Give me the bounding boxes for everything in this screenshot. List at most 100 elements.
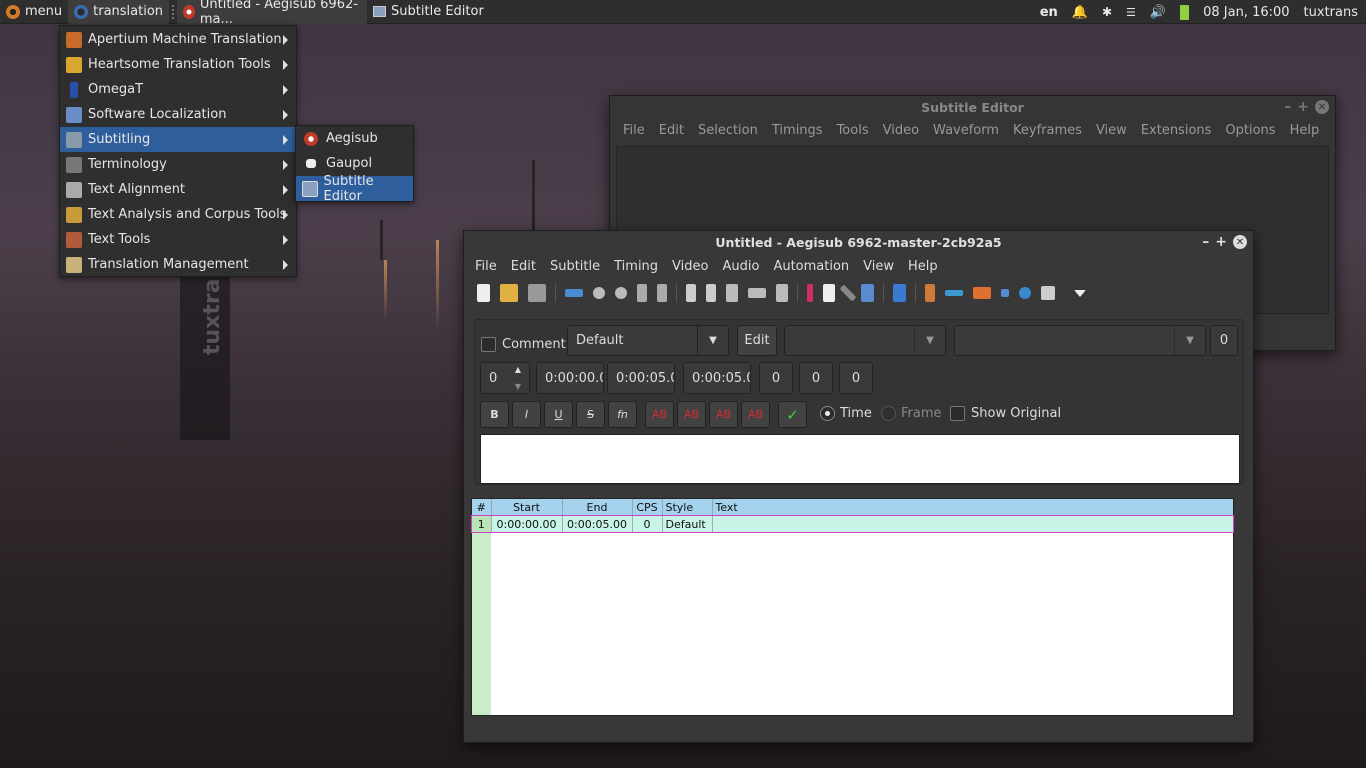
menu-item-heartsome[interactable]: Heartsome Translation Tools (60, 52, 296, 77)
styles-manager-icon[interactable] (686, 284, 696, 302)
overflow-chevron-icon[interactable] (1074, 289, 1086, 297)
resample-icon[interactable] (776, 284, 788, 302)
menu-edit[interactable]: Edit (504, 259, 543, 274)
table-row[interactable]: 1 0:00:00.00 0:00:05.00 0 Default (471, 515, 1234, 533)
subtitle-text-editor[interactable] (480, 434, 1240, 484)
menu-options[interactable]: Options (1218, 123, 1282, 138)
save-file-icon[interactable] (528, 284, 546, 302)
menu-item-software-localization[interactable]: Software Localization (60, 102, 296, 127)
menu-selection[interactable]: Selection (691, 123, 765, 138)
kanji-timer-icon[interactable] (945, 290, 963, 296)
new-file-icon[interactable] (477, 284, 490, 302)
commit-checkmark-icon[interactable]: ✓ (778, 401, 807, 428)
margin-right-field[interactable]: 0 (799, 362, 833, 394)
battery-icon[interactable] (1180, 4, 1190, 20)
menu-item-gaupol[interactable]: Gaupol (296, 151, 413, 176)
close-icon[interactable]: ✕ (1315, 100, 1329, 114)
menu-item-subtitle-editor[interactable]: Subtitle Editor (296, 174, 413, 204)
task-subtitle-editor[interactable]: Subtitle Editor (367, 0, 490, 24)
margin-vertical-field[interactable]: 0 (839, 362, 873, 394)
menu-item-text-analysis[interactable]: Text Analysis and Corpus Tools (60, 202, 296, 227)
primary-color-button[interactable]: AB (645, 401, 674, 428)
menu-item-text-alignment[interactable]: Text Alignment (60, 177, 296, 202)
menu-item-translation-management[interactable]: Translation Management (60, 252, 296, 277)
frame-radio-button[interactable] (881, 406, 896, 421)
edit-style-button[interactable]: Edit (737, 325, 777, 356)
wifi-icon[interactable]: ☰ (1126, 6, 1136, 19)
menu-extensions[interactable]: Extensions (1134, 123, 1219, 138)
properties-icon[interactable] (706, 284, 716, 302)
menu-timing[interactable]: Timing (607, 259, 665, 274)
pencil-icon[interactable] (839, 284, 857, 302)
menu-keyframes[interactable]: Keyframes (1006, 123, 1089, 138)
automation-icon[interactable] (973, 287, 991, 299)
layer-spinner[interactable]: 0 ▲ ▼ (480, 362, 530, 394)
comment-checkbox[interactable] (481, 337, 496, 352)
bold-button[interactable]: B (480, 401, 509, 428)
calendar-icon[interactable] (823, 284, 835, 302)
menu-file[interactable]: File (468, 259, 504, 274)
menu-item-apertium[interactable]: Apertium Machine Translation (60, 27, 296, 52)
translation-assistant-icon[interactable] (861, 284, 874, 302)
menu-automation[interactable]: Automation (766, 259, 856, 274)
end-time-field[interactable]: 0:00:05.00 (607, 362, 675, 394)
menu-edit[interactable]: Edit (652, 123, 691, 138)
shift-times-icon[interactable] (893, 284, 906, 302)
spin-up-icon[interactable]: ▲ (515, 365, 521, 374)
menu-timings[interactable]: Timings (765, 123, 830, 138)
zoom-out-icon[interactable] (615, 287, 627, 299)
menu-item-text-tools[interactable]: Text Tools (60, 227, 296, 252)
bluetooth-icon[interactable]: ✱ (1102, 5, 1112, 19)
subtitle-grid[interactable]: # Start End CPS Style Text 1 0:00:00.00 … (471, 498, 1234, 716)
secondary-color-button[interactable]: AB (677, 401, 706, 428)
style-dropdown[interactable]: Default ▼ (567, 325, 729, 356)
open-file-icon[interactable] (500, 284, 518, 302)
menu-waveform[interactable]: Waveform (926, 123, 1006, 138)
margin-left-field[interactable]: 0 (759, 362, 793, 394)
menu-item-subtitling[interactable]: Subtitling (60, 127, 296, 152)
minimize-icon[interactable]: – (1284, 99, 1291, 115)
underline-button[interactable]: U (544, 401, 573, 428)
actor-combobox[interactable]: ▼ (784, 325, 946, 356)
menu-view[interactable]: View (1089, 123, 1134, 138)
fonts-collector-icon[interactable] (748, 288, 766, 298)
start-time-field[interactable]: 0:00:00.00 (536, 362, 604, 394)
show-original-toggle[interactable]: Show Original (950, 406, 1061, 421)
outline-color-button[interactable]: AB (709, 401, 738, 428)
spin-down-icon[interactable]: ▼ (515, 382, 521, 391)
jump-video-icon[interactable] (565, 289, 583, 297)
font-button[interactable]: fn (608, 401, 637, 428)
shadow-color-button[interactable]: AB (741, 401, 770, 428)
time-radio[interactable]: Time (820, 406, 872, 421)
keyboard-layout[interactable]: en (1040, 5, 1058, 20)
volume-icon[interactable]: 🔊 (1150, 5, 1166, 20)
notification-bell-icon[interactable]: 🔔 (1072, 5, 1088, 20)
time-radio-button[interactable] (820, 406, 835, 421)
attachments-icon[interactable] (726, 284, 738, 302)
task-aegisub[interactable]: Untitled - Aegisub 6962-ma... (177, 0, 368, 27)
minimize-icon[interactable]: – (1202, 234, 1209, 250)
translation-category-button[interactable]: translation (68, 0, 170, 24)
comment-checkbox-row[interactable]: Comment (481, 328, 569, 361)
close-icon[interactable]: ✕ (1233, 235, 1247, 249)
snap-start-icon[interactable] (637, 284, 647, 302)
maximize-icon[interactable]: + (1297, 99, 1309, 115)
show-original-checkbox[interactable] (950, 406, 965, 421)
menu-subtitle[interactable]: Subtitle (543, 259, 607, 274)
maximize-icon[interactable]: + (1215, 234, 1227, 250)
duration-field[interactable]: 0:00:05.00 (683, 362, 751, 394)
effect-combobox[interactable]: ▼ (954, 325, 1206, 356)
menu-file[interactable]: File (616, 123, 652, 138)
menu-help[interactable]: Help (1283, 123, 1327, 138)
zoom-in-icon[interactable] (593, 287, 605, 299)
menu-view[interactable]: View (856, 259, 901, 274)
menu-tools[interactable]: Tools (830, 123, 876, 138)
strikeout-button[interactable]: S (576, 401, 605, 428)
menu-help[interactable]: Help (901, 259, 945, 274)
user-name[interactable]: tuxtrans (1304, 5, 1358, 20)
grid-icon[interactable] (1041, 286, 1055, 300)
menu-item-aegisub[interactable]: Aegisub (296, 126, 413, 151)
menu-audio[interactable]: Audio (715, 259, 766, 274)
options-icon[interactable] (1001, 289, 1009, 297)
timing-postprocessor-icon[interactable] (925, 284, 935, 302)
